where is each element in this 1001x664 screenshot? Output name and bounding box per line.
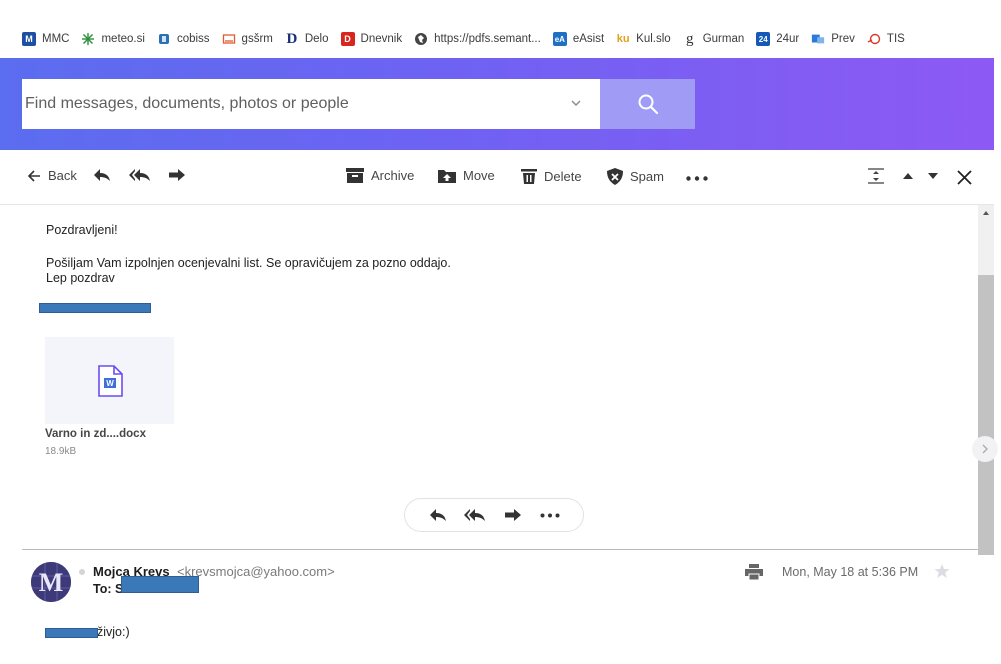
recipient-label[interactable]: To: S bbox=[93, 582, 123, 596]
bookmark-dnevnik[interactable]: D Dnevnik bbox=[340, 32, 402, 46]
archive-button[interactable]: Archive bbox=[346, 168, 414, 183]
caret-down-icon bbox=[928, 173, 938, 179]
bookmark-gssrm[interactable]: gsšrm bbox=[222, 32, 273, 46]
kulslo-icon: ku bbox=[616, 33, 630, 45]
forward-icon bbox=[504, 509, 521, 521]
message-line-1: Pošiljam Vam izpolnjen ocenjevalni list.… bbox=[46, 256, 451, 270]
spam-button[interactable]: Spam bbox=[607, 168, 664, 185]
next-message-button[interactable] bbox=[927, 172, 939, 180]
move-button[interactable]: Move bbox=[438, 168, 495, 183]
message-line-2: Lep pozdrav bbox=[46, 271, 115, 285]
star-icon[interactable] bbox=[934, 563, 950, 579]
bookmark-tis[interactable]: TIS bbox=[867, 32, 905, 46]
redaction-recipient bbox=[121, 576, 199, 593]
chevron-right-icon bbox=[982, 444, 988, 454]
message-greeting: Pozdravljeni! bbox=[46, 223, 118, 237]
prev-icon bbox=[811, 32, 825, 46]
previous-message-button[interactable] bbox=[902, 172, 914, 180]
more-button-bottom[interactable] bbox=[538, 503, 562, 527]
mail-window: { "bookmarks": [ {"label": "MMC", "icon"… bbox=[0, 0, 1001, 664]
delo-icon: D bbox=[286, 30, 298, 47]
forward-button[interactable] bbox=[168, 168, 186, 182]
more-actions-button[interactable] bbox=[686, 176, 708, 181]
side-panel-toggle[interactable] bbox=[972, 436, 998, 462]
svg-text:M: M bbox=[39, 568, 64, 597]
reply-button-bottom[interactable] bbox=[426, 503, 450, 527]
search-icon bbox=[638, 94, 658, 115]
message-body: Pozdravljeni! Pošiljam Vam izpolnjen oce… bbox=[46, 223, 451, 286]
easist-icon: eA bbox=[552, 32, 567, 46]
cobiss-icon bbox=[157, 32, 171, 46]
bookmark-mmc[interactable]: M MMC bbox=[22, 32, 69, 46]
bookmark-24ur[interactable]: 24 24ur bbox=[756, 32, 799, 46]
print-icon[interactable] bbox=[745, 564, 763, 580]
window-edge bbox=[994, 58, 1001, 664]
attachment-size: 18.9kB bbox=[45, 446, 77, 457]
archive-icon bbox=[346, 168, 364, 183]
shield-x-icon bbox=[607, 168, 623, 185]
folder-move-icon bbox=[438, 170, 456, 183]
bookmark-prev[interactable]: Prev bbox=[811, 32, 855, 46]
search-box bbox=[22, 79, 600, 129]
attachment-name[interactable]: Varno in zd....docx bbox=[45, 428, 146, 440]
reply-icon bbox=[429, 509, 446, 521]
tis-icon bbox=[867, 32, 881, 46]
reply-button[interactable] bbox=[93, 168, 111, 182]
forward-button-bottom[interactable] bbox=[501, 503, 525, 527]
reply-all-icon bbox=[464, 509, 486, 521]
attachment-card[interactable]: W bbox=[45, 337, 174, 424]
back-button[interactable]: Back bbox=[27, 168, 77, 183]
expand-button[interactable] bbox=[867, 168, 885, 184]
avatar: M bbox=[31, 562, 71, 602]
reply-icon bbox=[94, 169, 110, 181]
close-icon bbox=[957, 170, 972, 185]
bookmark-easist[interactable]: eA eAsist bbox=[552, 32, 604, 46]
arrow-left-icon bbox=[27, 169, 40, 182]
bookmark-gurman[interactable]: g Gurman bbox=[683, 30, 744, 47]
bookmark-delo[interactable]: D Delo bbox=[285, 30, 328, 47]
gurman-icon: g bbox=[685, 30, 694, 47]
24ur-icon: 24 bbox=[756, 32, 771, 46]
sender-email: <krevsmojca@yahoo.com> bbox=[177, 564, 335, 579]
search-button[interactable] bbox=[600, 79, 695, 129]
expand-vertical-icon bbox=[868, 168, 884, 184]
redaction-signature bbox=[39, 303, 151, 313]
close-button[interactable] bbox=[957, 170, 972, 185]
read-status-dot bbox=[79, 569, 85, 575]
chevron-down-icon[interactable] bbox=[570, 97, 582, 109]
delete-button[interactable]: Delete bbox=[521, 168, 582, 184]
search-header bbox=[0, 58, 994, 150]
avatar-logo-icon: M bbox=[31, 562, 71, 602]
bookmark-pdfs[interactable]: https://pdfs.semant... bbox=[414, 32, 541, 46]
bookmark-kulslo[interactable]: ku Kul.slo bbox=[616, 32, 671, 46]
meteo-icon bbox=[81, 32, 95, 46]
scroll-up-arrow-icon[interactable] bbox=[982, 209, 990, 217]
redaction-greeting bbox=[45, 628, 98, 638]
mmc-icon: M bbox=[22, 32, 36, 46]
word-document-icon: W bbox=[97, 364, 123, 397]
reply-all-icon bbox=[129, 169, 150, 181]
reply-all-button-bottom[interactable] bbox=[463, 503, 487, 527]
bookmark-cobiss[interactable]: cobiss bbox=[157, 32, 210, 46]
trash-icon bbox=[521, 169, 537, 184]
dnevnik-icon: D bbox=[340, 32, 355, 46]
gssrm-icon bbox=[222, 32, 236, 46]
message-actions-pill bbox=[404, 498, 584, 532]
search-input[interactable] bbox=[22, 79, 542, 129]
globe-icon bbox=[414, 32, 428, 46]
more-horizontal-icon bbox=[540, 513, 560, 517]
message-date: Mon, May 18 at 5:36 PM bbox=[782, 565, 919, 579]
message-body-area: Pozdravljeni! Pošiljam Vam izpolnjen oce… bbox=[0, 205, 978, 550]
bookmark-meteo[interactable]: meteo.si bbox=[81, 32, 145, 46]
scrollbar-thumb[interactable] bbox=[978, 275, 994, 555]
caret-up-icon bbox=[903, 173, 913, 179]
forward-icon bbox=[169, 169, 185, 181]
message-2: M Mojca Krevs <krevsmojca@yahoo.com> To:… bbox=[0, 550, 978, 664]
svg-text:W: W bbox=[106, 379, 114, 388]
more-horizontal-icon bbox=[686, 176, 708, 181]
reply-all-button[interactable] bbox=[129, 168, 151, 182]
message-toolbar: Back Archive Move Delete Spam bbox=[0, 150, 994, 205]
